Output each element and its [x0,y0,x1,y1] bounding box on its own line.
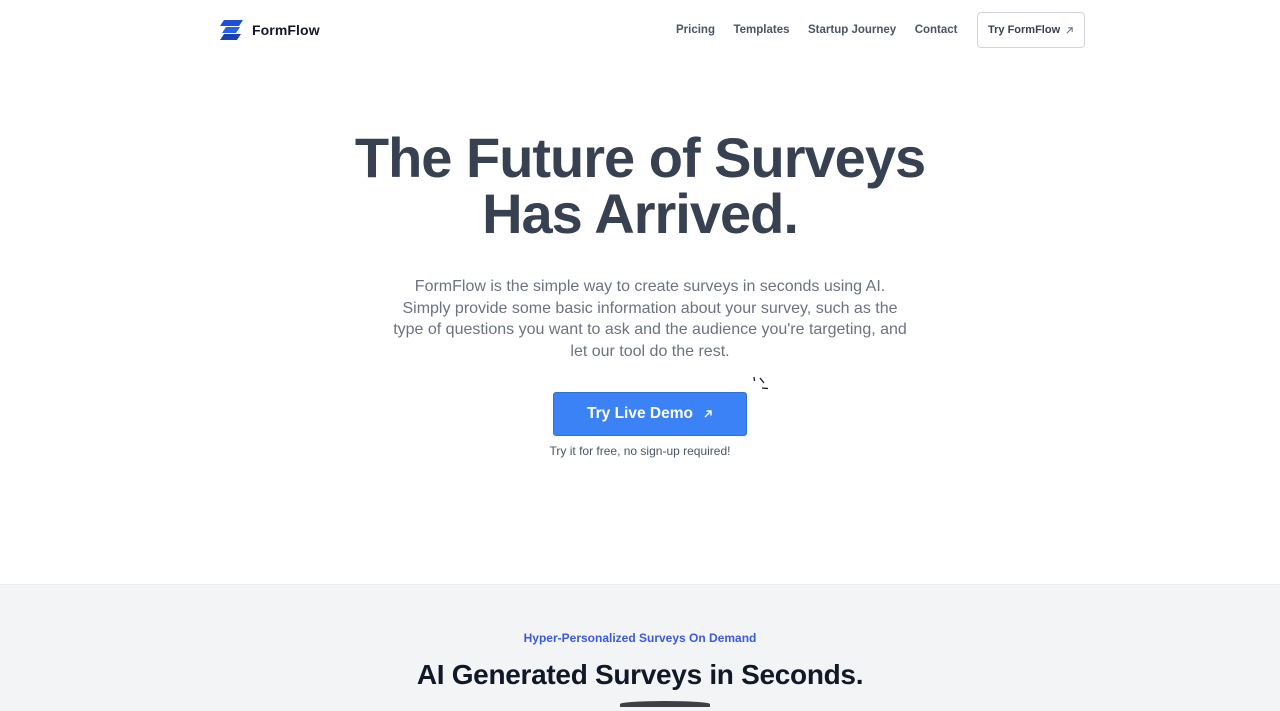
try-live-demo-button[interactable]: Try Live Demo [553,392,747,436]
brand-home-link[interactable]: FormFlow [220,19,320,41]
section-preview-image [620,701,710,707]
hero-title-line-2: Has Arrived. [482,182,799,245]
site-header: FormFlow Pricing Templates Startup Journ… [0,0,1280,60]
section-title: AI Generated Surveys in Seconds. [416,659,864,690]
hero-title: The Future of Surveys Has Arrived. [0,130,1280,242]
try-formflow-button[interactable]: Try FormFlow [977,12,1086,48]
features-section: Hyper-Personalized Surveys On Demand AI … [0,584,1280,711]
arrow-up-right-icon [704,410,712,418]
sparkle-icon [753,376,769,390]
main-nav: Pricing Templates Startup Journey Contac… [676,12,1086,48]
nav-link-startup-journey[interactable]: Startup Journey [808,24,896,36]
section-eyebrow: Hyper-Personalized Surveys On Demand [523,631,757,645]
brand-name: FormFlow [252,22,320,38]
arrow-up-right-icon [1066,26,1073,34]
demo-note: Try it for free, no sign-up required! [549,444,731,458]
hero-subtitle: FormFlow is the simple way to create sur… [393,278,907,360]
formflow-logo-icon [220,20,243,40]
try-formflow-label: Try FormFlow [988,24,1061,36]
nav-link-pricing[interactable]: Pricing [676,24,715,36]
hero-title-line-1: The Future of Surveys [354,126,926,189]
nav-link-contact[interactable]: Contact [915,24,958,36]
nav-link-templates[interactable]: Templates [733,24,789,36]
try-live-demo-label: Try Live Demo [587,405,693,422]
